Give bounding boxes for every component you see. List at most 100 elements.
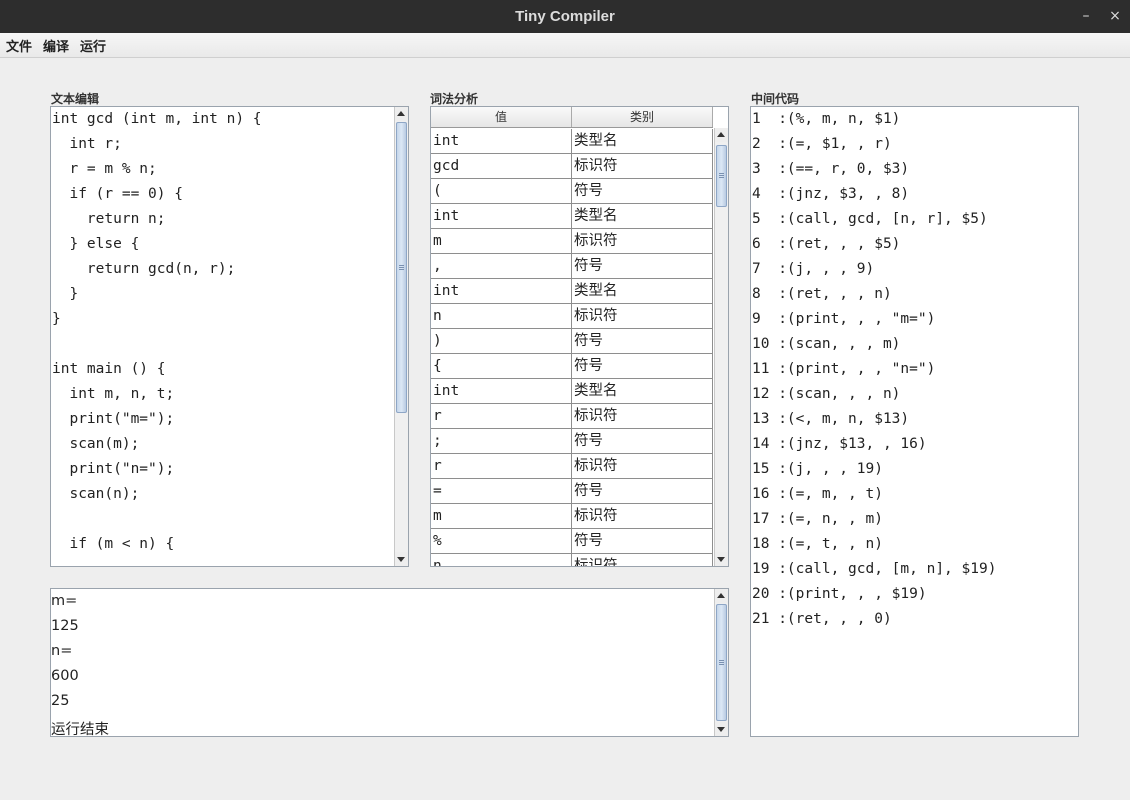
token-category: 符号 — [572, 529, 713, 553]
ir-line: 21 :(ret, , , 0) — [752, 611, 892, 627]
token-category: 符号 — [572, 179, 713, 203]
ir-line: 20 :(print, , , $19) — [752, 586, 927, 602]
token-value: n — [431, 304, 572, 328]
token-category: 标识符 — [572, 154, 713, 178]
ir-line: 13 :(<, m, n, $13) — [752, 411, 910, 427]
scroll-down-button[interactable] — [395, 552, 408, 566]
token-value: { — [431, 354, 572, 378]
code-line[interactable]: if (r == 0) { — [52, 186, 183, 202]
ir-line: 8 :(ret, , , n) — [752, 286, 892, 302]
token-category: 符号 — [572, 429, 713, 453]
table-row[interactable]: int 类型名 — [431, 204, 713, 229]
title-bar: Tiny Compiler – × — [0, 0, 1130, 33]
table-row[interactable]: int 类型名 — [431, 129, 713, 154]
scroll-thumb[interactable] — [716, 604, 727, 721]
token-value: gcd — [431, 154, 572, 178]
menu-compile[interactable]: 编译 — [43, 36, 69, 55]
editor-label: 文本编辑 — [51, 92, 100, 106]
table-row[interactable]: ) 符号 — [431, 329, 713, 354]
token-value: int — [431, 129, 572, 153]
menu-run[interactable]: 运行 — [80, 36, 106, 55]
code-line[interactable]: int gcd (int m, int n) { — [52, 111, 262, 127]
chevron-down-icon — [717, 727, 725, 732]
scroll-down-button[interactable] — [715, 722, 728, 736]
ir-line: 17 :(=, n, , m) — [752, 511, 883, 527]
table-row[interactable]: int 类型名 — [431, 379, 713, 404]
table-row[interactable]: int 类型名 — [431, 279, 713, 304]
table-row[interactable]: (符号 — [431, 179, 713, 204]
ir-line: 3 :(==, r, 0, $3) — [752, 161, 910, 177]
ir-line: 12 :(scan, , , n) — [752, 386, 901, 402]
token-category: 符号 — [572, 254, 713, 278]
code-line[interactable]: return n; — [52, 211, 166, 227]
token-value: int — [431, 379, 572, 403]
scroll-down-button[interactable] — [715, 552, 728, 566]
token-category: 标识符 — [572, 454, 713, 478]
ir-line: 4 :(jnz, $3, , 8) — [752, 186, 910, 202]
close-button[interactable]: × — [1104, 6, 1126, 26]
code-line[interactable]: int main () { — [52, 361, 166, 377]
chevron-down-icon — [717, 557, 725, 562]
token-category: 标识符 — [572, 554, 713, 566]
table-row[interactable]: n 标识符 — [431, 304, 713, 329]
code-line[interactable]: if (m < n) { — [52, 536, 174, 552]
token-value: int — [431, 279, 572, 303]
token-category: 类型名 — [572, 379, 713, 403]
code-line[interactable]: int m, n, t; — [52, 386, 174, 402]
ir-line: 7 :(j, , , 9) — [752, 261, 875, 277]
table-row[interactable]: ; 符号 — [431, 429, 713, 454]
code-line[interactable]: int r; — [52, 136, 121, 152]
ir-line: 18 :(=, t, , n) — [752, 536, 883, 552]
token-category: 标识符 — [572, 229, 713, 253]
code-line[interactable]: scan(n); — [52, 486, 139, 502]
code-line[interactable]: scan(m); — [52, 436, 139, 452]
output-console[interactable]: m= 125 n= 600 25 运行结束 — [50, 588, 729, 737]
token-category: 标识符 — [572, 504, 713, 528]
lexer-table[interactable]: 值 类别 int 类型名 gcd 标识符(符号 int 类型名 m 标识符, 符号 int 类型名 n… — [430, 106, 729, 567]
table-row[interactable]: r 标识符 — [431, 454, 713, 479]
lexer-label: 词法分析 — [430, 92, 479, 106]
column-value-header[interactable]: 值 — [431, 107, 572, 127]
token-value: r — [431, 454, 572, 478]
table-row[interactable]: m 标识符 — [431, 229, 713, 254]
table-row[interactable]: n 标识符 — [431, 554, 713, 566]
code-line[interactable]: r = m % n; — [52, 161, 156, 177]
table-row[interactable]: , 符号 — [431, 254, 713, 279]
minimize-button[interactable]: – — [1075, 6, 1097, 26]
table-row[interactable]: m 标识符 — [431, 504, 713, 529]
intermediate-code[interactable]: 1 :(%, m, n, $1) 2 :(=, $1, , r) 3 :(==, r… — [750, 106, 1079, 737]
scroll-thumb[interactable] — [716, 145, 727, 207]
lexer-scrollbar[interactable] — [714, 128, 728, 566]
column-category-header[interactable]: 类别 — [572, 107, 713, 127]
code-line[interactable]: print("n="); — [52, 461, 174, 477]
scroll-up-button[interactable] — [715, 128, 728, 142]
scroll-up-button[interactable] — [715, 589, 728, 603]
token-value: = — [431, 479, 572, 503]
grip-icon — [719, 660, 724, 665]
table-row[interactable]: {符号 — [431, 354, 713, 379]
ir-line: 15 :(j, , , 19) — [752, 461, 883, 477]
scroll-thumb[interactable] — [396, 122, 407, 413]
code-line[interactable]: } else { — [52, 236, 139, 252]
code-line[interactable]: print("m="); — [52, 411, 174, 427]
ir-line: 14 :(jnz, $13, , 16) — [752, 436, 927, 452]
code-editor[interactable]: int gcd (int m, int n) { int r; r = m % … — [50, 106, 409, 567]
token-category: 类型名 — [572, 129, 713, 153]
table-row[interactable]: = 符号 — [431, 479, 713, 504]
output-line: 125 — [51, 618, 79, 634]
output-scrollbar[interactable] — [714, 589, 728, 736]
grip-icon — [719, 173, 724, 178]
table-row[interactable]: r 标识符 — [431, 404, 713, 429]
ir-line: 5 :(call, gcd, [n, r], $5) — [752, 211, 988, 227]
code-line[interactable]: } — [52, 311, 61, 327]
menu-file[interactable]: 文件 — [6, 36, 32, 55]
table-row[interactable]: % 符号 — [431, 529, 713, 554]
output-line: 运行结束 — [51, 722, 109, 737]
table-row[interactable]: gcd 标识符 — [431, 154, 713, 179]
code-line[interactable]: return gcd(n, r); — [52, 261, 235, 277]
editor-scrollbar[interactable] — [394, 107, 408, 566]
code-line[interactable]: } — [52, 286, 78, 302]
ir-line: 1 :(%, m, n, $1) — [752, 111, 901, 127]
scroll-up-button[interactable] — [395, 107, 408, 121]
ir-line: 11 :(print, , , "n=") — [752, 361, 936, 377]
